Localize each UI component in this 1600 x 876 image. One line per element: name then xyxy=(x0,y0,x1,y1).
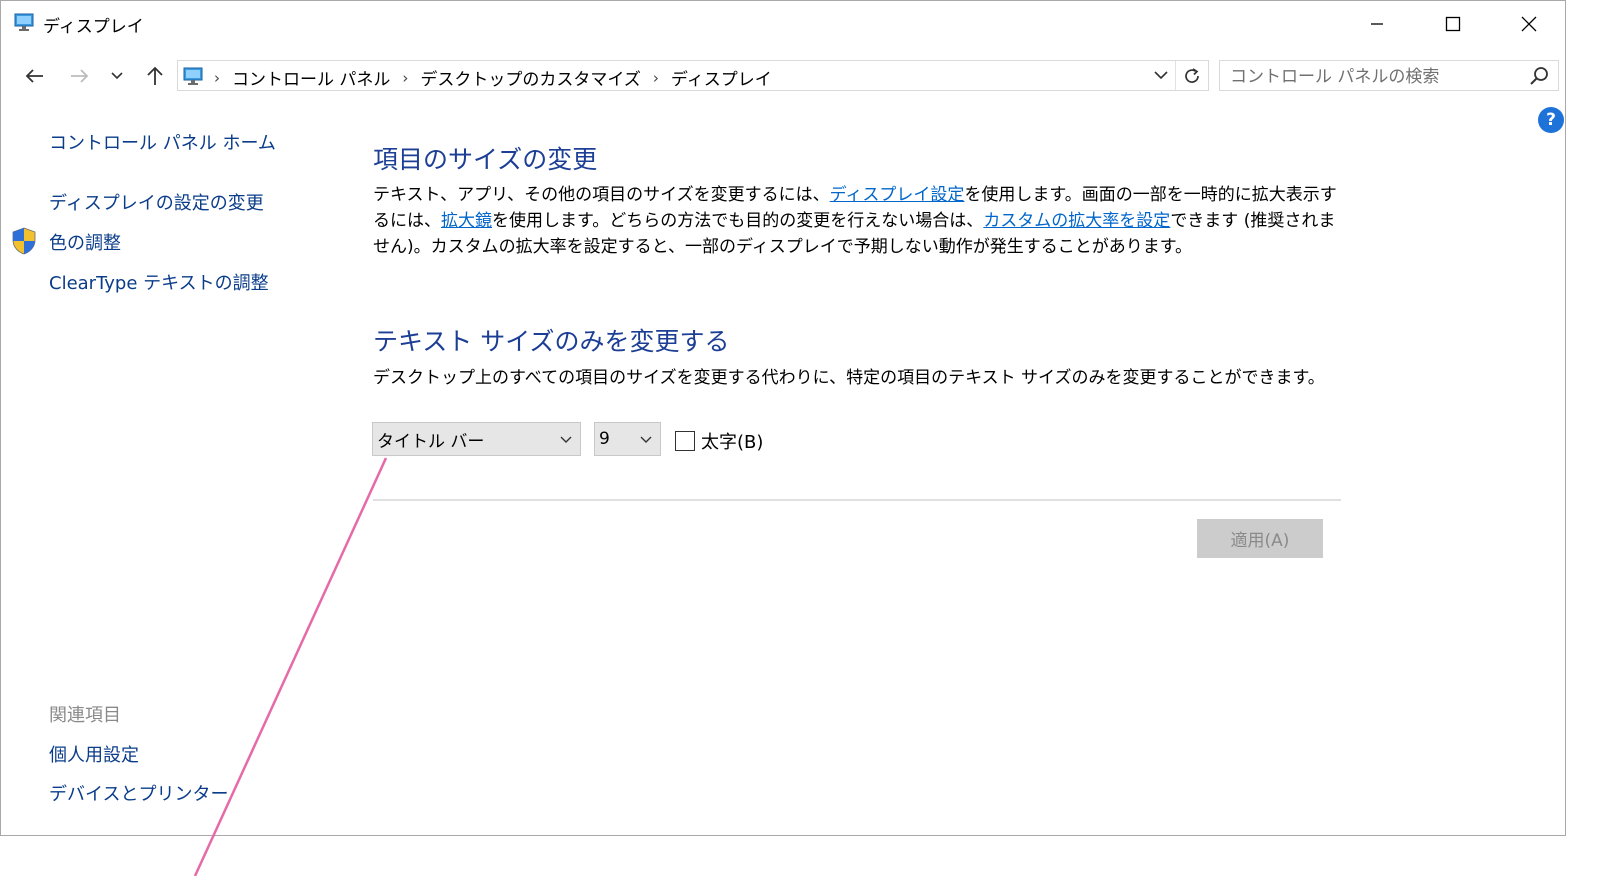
magnifier-link[interactable]: 拡大鏡 xyxy=(441,211,492,231)
related-heading: 関連項目 xyxy=(49,705,121,726)
help-icon[interactable]: ? xyxy=(1538,107,1564,133)
font-size-select-value: 9 xyxy=(599,429,610,449)
uac-shield-icon xyxy=(12,227,36,255)
search-box[interactable] xyxy=(1219,60,1559,91)
monitor-icon xyxy=(14,13,34,31)
bold-checkbox-label[interactable]: 太字(B) xyxy=(701,428,763,454)
breadcrumb-item[interactable]: デスクトップのカスタマイズ xyxy=(420,65,641,90)
description-text: を使用します。どちらの方法でも目的の変更を行えない場合は、 xyxy=(492,211,984,231)
divider xyxy=(373,499,1341,501)
font-size-select[interactable]: 9 xyxy=(594,422,661,456)
chevron-down-icon xyxy=(640,436,652,443)
sidebar-item-home[interactable]: コントロール パネル ホーム xyxy=(49,129,276,155)
refresh-button[interactable] xyxy=(1175,61,1208,90)
back-button[interactable] xyxy=(17,61,51,91)
arrow-left-icon xyxy=(25,69,43,83)
maximize-icon xyxy=(1445,16,1461,32)
chevron-right-icon[interactable]: › xyxy=(653,69,659,87)
display-settings-link[interactable]: ディスプレイ設定 xyxy=(830,185,965,205)
custom-scaling-link[interactable]: カスタムの拡大率を設定 xyxy=(983,211,1170,231)
display-window: ディスプレイ › コントロール パネル › デスクトップのカスタマイズ › ディ… xyxy=(0,0,1566,836)
chevron-right-icon[interactable]: › xyxy=(402,69,408,87)
description-text: テキスト、アプリ、その他の項目のサイズを変更するには、 xyxy=(373,185,830,205)
section-heading-resize: 項目のサイズの変更 xyxy=(373,145,598,174)
title-bar: ディスプレイ xyxy=(1,1,1565,47)
up-button[interactable] xyxy=(138,61,172,91)
bold-checkbox[interactable] xyxy=(675,431,695,451)
section-heading-text-size: テキスト サイズのみを変更する xyxy=(373,327,730,356)
sidebar-item-color-calibration[interactable]: 色の調整 xyxy=(49,229,121,255)
forward-button[interactable] xyxy=(63,61,97,91)
section-description-resize: テキスト、アプリ、その他の項目のサイズを変更するには、ディスプレイ設定を使用しま… xyxy=(373,182,1343,260)
sidebar-item-cleartype[interactable]: ClearType テキストの調整 xyxy=(49,269,269,295)
chevron-down-icon xyxy=(560,436,572,443)
close-button[interactable] xyxy=(1491,1,1567,47)
sidebar-item-personalization[interactable]: 個人用設定 xyxy=(49,741,139,767)
breadcrumb: › コントロール パネル › デスクトップのカスタマイズ › ディスプレイ xyxy=(214,65,784,91)
minimize-button[interactable] xyxy=(1339,1,1415,47)
arrow-up-icon xyxy=(147,66,163,85)
sidebar-item-devices-printers[interactable]: デバイスとプリンター xyxy=(49,780,228,806)
breadcrumb-item[interactable]: ディスプレイ xyxy=(671,65,772,90)
close-icon xyxy=(1521,16,1537,32)
minimize-icon xyxy=(1371,23,1383,25)
chevron-down-icon xyxy=(1154,71,1168,80)
arrow-right-icon xyxy=(71,69,89,83)
address-history-dropdown[interactable] xyxy=(1148,61,1174,90)
recent-locations-button[interactable] xyxy=(105,61,129,91)
chevron-right-icon: › xyxy=(214,68,220,87)
monitor-icon xyxy=(183,67,203,85)
item-select-value: タイトル バー xyxy=(377,431,485,452)
refresh-icon xyxy=(1185,67,1199,83)
sidebar-item-display-settings[interactable]: ディスプレイの設定の変更 xyxy=(49,189,264,215)
address-bar[interactable]: › コントロール パネル › デスクトップのカスタマイズ › ディスプレイ xyxy=(177,60,1209,91)
breadcrumb-item[interactable]: コントロール パネル xyxy=(232,65,390,90)
chevron-down-icon xyxy=(111,72,123,80)
maximize-button[interactable] xyxy=(1415,1,1491,47)
section-description-text-size: デスクトップ上のすべての項目のサイズを変更する代わりに、特定の項目のテキスト サ… xyxy=(373,368,1325,388)
window-title: ディスプレイ xyxy=(43,17,144,37)
search-icon[interactable] xyxy=(1528,65,1550,87)
search-input[interactable] xyxy=(1228,64,1522,89)
item-select[interactable]: タイトル バー xyxy=(372,422,581,456)
apply-button[interactable]: 適用(A) xyxy=(1197,519,1323,558)
